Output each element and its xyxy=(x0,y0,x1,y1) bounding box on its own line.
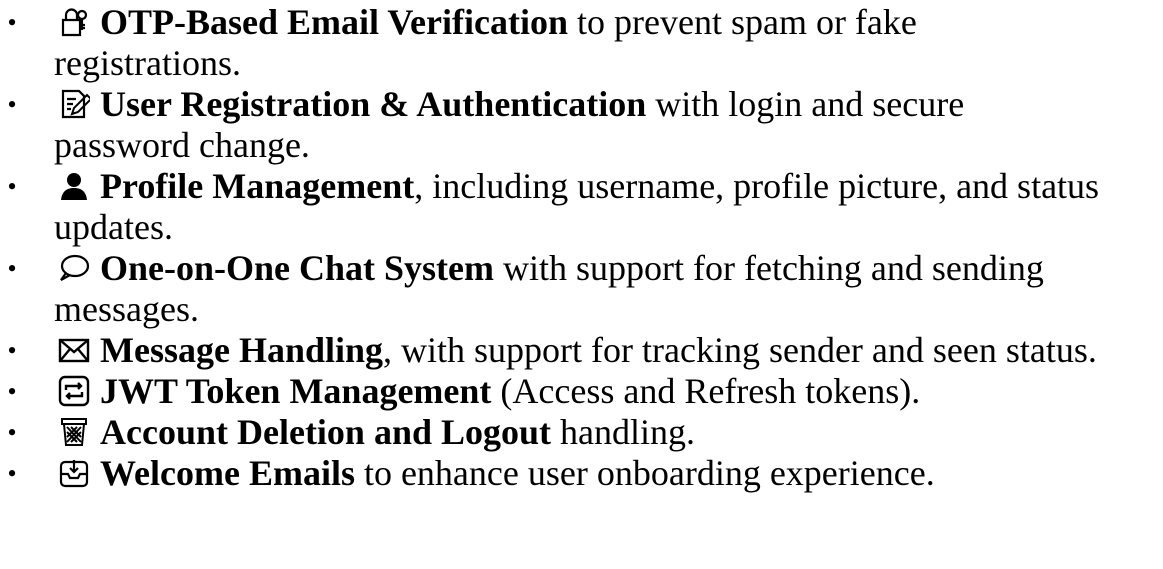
feature-description-continued: registrations. xyxy=(54,43,241,83)
bullet: • xyxy=(7,254,17,283)
feature-description: , with support for tracking sender and s… xyxy=(383,330,1097,370)
bullet: • xyxy=(7,336,17,365)
edit-document-icon xyxy=(58,88,90,120)
user-icon xyxy=(58,170,90,202)
feature-welcome-emails: • Welcome Emails to enhance user onboard… xyxy=(0,453,1163,494)
feature-account-deletion: • Account Deletion and Logout handling. xyxy=(0,412,1163,453)
feature-otp: • OTP-Based Email Verification to preven… xyxy=(0,2,1163,84)
feature-title: User Registration & Authentication xyxy=(100,84,647,124)
bullet: • xyxy=(7,377,17,406)
feature-description: to prevent spam or fake xyxy=(568,2,917,42)
feature-title: Profile Management xyxy=(100,166,415,206)
feature-description: with support for fetching and sending xyxy=(494,248,1044,288)
feature-title: Welcome Emails xyxy=(100,453,355,493)
feature-description: (Access and Refresh tokens). xyxy=(491,371,921,411)
feature-list: • OTP-Based Email Verification to preven… xyxy=(0,2,1163,494)
bullet: • xyxy=(7,8,17,37)
wastebasket-icon xyxy=(58,416,90,448)
bullet: • xyxy=(7,172,17,201)
repeat-icon xyxy=(58,375,90,407)
feature-description: to enhance user onboarding experience. xyxy=(354,453,935,493)
feature-title: Message Handling xyxy=(100,330,384,370)
feature-title: JWT Token Management xyxy=(100,371,492,411)
inbox-tray-icon xyxy=(58,457,90,489)
feature-description-continued: password change. xyxy=(54,125,310,165)
feature-registration: • User Registration & Authentication wit… xyxy=(0,84,1163,166)
bullet: • xyxy=(7,418,17,447)
speech-bubble-icon xyxy=(58,252,90,284)
feature-jwt: • JWT Token Management (Access and Refre… xyxy=(0,371,1163,412)
feature-description-continued: messages. xyxy=(54,289,199,329)
feature-description: , including username, profile picture, a… xyxy=(414,166,1100,206)
envelope-icon xyxy=(58,334,90,366)
bullet: • xyxy=(7,459,17,488)
key-lock-icon xyxy=(58,6,90,38)
feature-title: OTP-Based Email Verification xyxy=(100,2,568,42)
feature-description-continued: updates. xyxy=(54,207,173,247)
feature-description: with login and secure xyxy=(646,84,965,124)
bullet: • xyxy=(7,90,17,119)
feature-title: Account Deletion and Logout xyxy=(100,412,552,452)
feature-chat: • One-on-One Chat System with support fo… xyxy=(0,248,1163,330)
feature-description: handling. xyxy=(551,412,696,452)
feature-profile: • Profile Management, including username… xyxy=(0,166,1163,248)
feature-message-handling: • Message Handling, with support for tra… xyxy=(0,330,1163,371)
feature-title: One-on-One Chat System xyxy=(100,248,494,288)
